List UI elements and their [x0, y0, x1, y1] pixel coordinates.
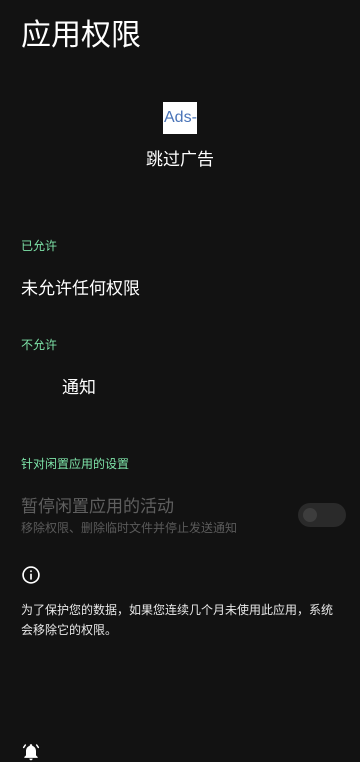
allowed-empty-row[interactable]: 未允许任何权限 — [21, 276, 140, 302]
footer-info-text: 为了保护您的数据，如果您连续几个月未使用此应用，系统会移除它的权限。 — [21, 603, 334, 637]
permission-row-notifications[interactable]: 通知 — [0, 366, 360, 761]
notifications-off-icon — [22, 744, 40, 761]
pause-app-activity-summary: 移除权限、删除临时文件并停止发送通知 — [21, 521, 238, 535]
pause-app-activity-title: 暂停闲置应用的活动 — [21, 497, 174, 517]
allowed-section-header: 已允许 — [21, 239, 58, 253]
info-icon — [22, 566, 40, 584]
toggle-knob — [303, 508, 317, 522]
app-icon: Ads- — [163, 102, 197, 134]
app-name: 跳过广告 — [146, 150, 214, 170]
page-title: 应用权限 — [21, 18, 141, 53]
denied-section-header: 不允许 — [21, 338, 58, 352]
permission-label-notifications: 通知 — [62, 378, 96, 398]
unused-apps-section-header: 针对闲置应用的设置 — [21, 457, 130, 471]
